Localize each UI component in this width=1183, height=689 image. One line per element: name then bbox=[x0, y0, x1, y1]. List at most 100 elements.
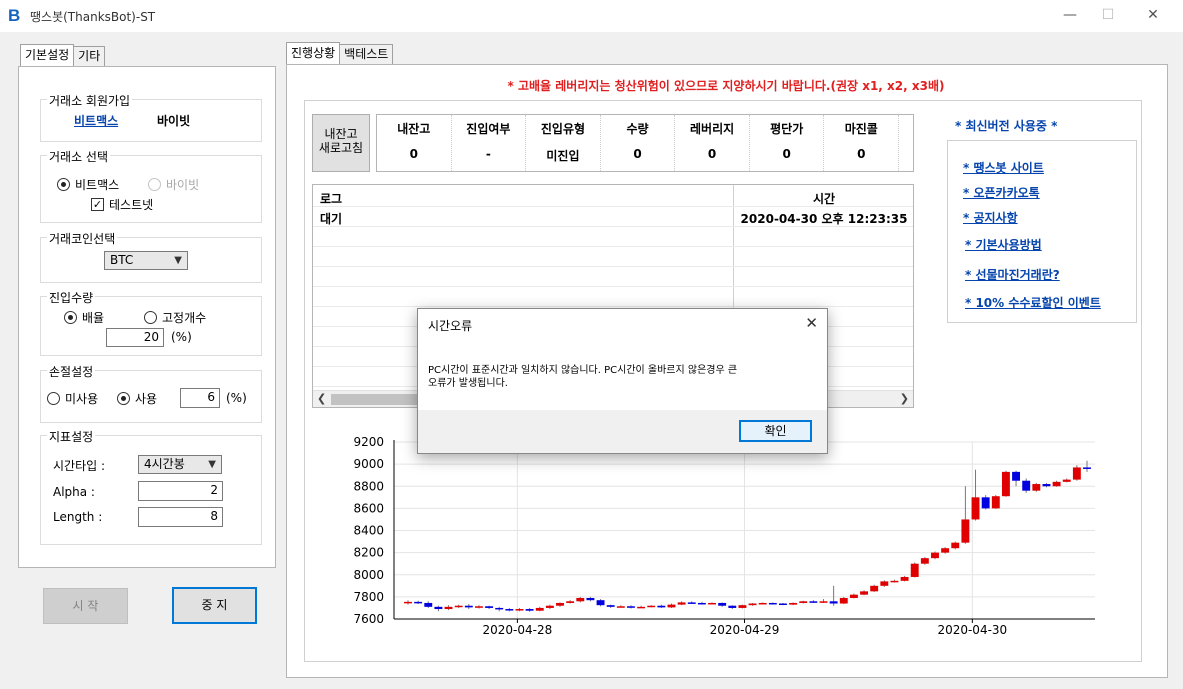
chart-candles bbox=[404, 460, 1091, 612]
candle-body bbox=[657, 605, 666, 608]
candle-body bbox=[566, 601, 575, 603]
table-row bbox=[313, 247, 913, 267]
candle-body bbox=[1062, 479, 1071, 482]
entry-qty-unit: (%) bbox=[171, 330, 192, 344]
timeframe-dropdown[interactable]: 4시간봉 ▼ bbox=[138, 455, 222, 474]
exchange-signup-group: 거래소 회원가입 비트맥스 바이빗 bbox=[40, 92, 262, 142]
check-icon: ✓ bbox=[91, 198, 104, 211]
side-links-box: * 땡스봇 사이트 * 오픈카카오톡 * 공지사항 * 기본사용방법 * 선물마… bbox=[947, 140, 1137, 323]
candle-body bbox=[535, 607, 544, 611]
table-row bbox=[313, 227, 913, 247]
link-fee-discount-event[interactable]: * 10% 수수료할인 이벤트 bbox=[965, 294, 1101, 311]
radio-bybit[interactable]: 바이빗 bbox=[148, 176, 199, 193]
radio-stop-loss-off-label: 미사용 bbox=[65, 392, 99, 406]
candle-body bbox=[545, 605, 554, 608]
radio-circle bbox=[148, 178, 161, 191]
bybit-signup-link[interactable]: 바이빗 bbox=[157, 112, 190, 129]
chart-axes: 9200 9000 8800 8600 8400 8200 8000 7800 7600 2020… bbox=[353, 435, 1095, 637]
candle-body bbox=[515, 609, 524, 611]
stat-header: 레버리지 bbox=[690, 122, 735, 136]
dialog-message-line-1: PC시간이 표준시간과 일치하지 않습니다. PC시간이 올바르지 않은경우 큰 bbox=[428, 365, 738, 376]
testnet-checkbox[interactable]: ✓ 테스트넷 bbox=[91, 196, 153, 213]
tab-basic-settings[interactable]: 기본설정 bbox=[20, 44, 75, 66]
refresh-balance-button[interactable]: 내잔고 새로고침 bbox=[312, 114, 370, 172]
radio-circle bbox=[117, 392, 130, 405]
minimize-button[interactable]: — bbox=[1059, 5, 1081, 25]
tab-etc[interactable]: 기타 bbox=[73, 46, 106, 66]
maximize-button[interactable]: ☐ bbox=[1097, 5, 1119, 25]
link-notice[interactable]: * 공지사항 bbox=[963, 209, 1018, 226]
radio-stop-loss-off[interactable]: 미사용 bbox=[47, 390, 98, 407]
start-button[interactable]: 시 작 bbox=[43, 588, 128, 624]
candle-body bbox=[495, 607, 504, 610]
radio-bitmex[interactable]: 비트맥스 bbox=[57, 176, 119, 193]
chevron-down-icon: ▼ bbox=[174, 255, 182, 266]
radio-circle bbox=[47, 392, 60, 405]
candle-body bbox=[404, 601, 412, 604]
dialog-message: PC시간이 표준시간과 일치하지 않습니다. PC시간이 올바르지 않은경우 큰… bbox=[428, 364, 737, 390]
length-input[interactable]: 8 bbox=[138, 507, 223, 527]
dialog-close-icon[interactable]: ✕ bbox=[805, 314, 818, 332]
scroll-left-icon[interactable]: ❮ bbox=[317, 392, 326, 405]
link-open-kakaotalk[interactable]: * 오픈카카오톡 bbox=[963, 184, 1040, 201]
alpha-label: Alpha : bbox=[53, 485, 95, 499]
candle-body bbox=[627, 606, 635, 608]
coin-select-dropdown[interactable]: BTC ▼ bbox=[104, 251, 188, 270]
y-tick-label: 8600 bbox=[353, 501, 384, 515]
link-basic-usage[interactable]: * 기본사용방법 bbox=[965, 236, 1042, 253]
radio-circle bbox=[144, 311, 157, 324]
candle-body bbox=[799, 601, 808, 603]
y-tick-label: 8200 bbox=[353, 546, 384, 560]
x-tick-label: 2020-04-29 bbox=[710, 623, 780, 637]
indicator-group: 지표설정 시간타입 : 4시간봉 ▼ Alpha : 2 Length : 8 bbox=[40, 428, 262, 545]
time-error-dialog: 시간오류 ✕ PC시간이 표준시간과 일치하지 않습니다. PC시간이 올바르지… bbox=[417, 308, 828, 454]
coin-select-value: BTC bbox=[110, 253, 134, 267]
link-thanksbot-site[interactable]: * 땡스봇 사이트 bbox=[963, 159, 1044, 176]
candle-body bbox=[981, 497, 990, 509]
tab-progress[interactable]: 진행상황 bbox=[286, 42, 341, 64]
radio-multiplier[interactable]: 배율 bbox=[64, 309, 104, 326]
table-row bbox=[313, 267, 913, 287]
stat-value: - bbox=[485, 147, 491, 161]
tab-backtest[interactable]: 백테스트 bbox=[339, 44, 394, 64]
candle-body bbox=[951, 542, 960, 549]
stat-balance: 내잔고 0 bbox=[377, 115, 452, 171]
candle-body bbox=[910, 563, 919, 577]
candle-body bbox=[1052, 481, 1061, 487]
bitmex-signup-link[interactable]: 비트맥스 bbox=[74, 112, 118, 129]
candle-body bbox=[991, 496, 1000, 509]
candle-body bbox=[647, 605, 656, 608]
stat-avg-price: 평단가 0 bbox=[750, 115, 825, 171]
candle-body bbox=[1001, 471, 1010, 497]
candle-body bbox=[687, 602, 696, 604]
price-chart: 9200 9000 8800 8600 8400 8200 8000 7800 7600 2020… bbox=[353, 435, 1095, 637]
candle-body bbox=[637, 606, 646, 609]
entry-qty-input[interactable]: 20 bbox=[106, 328, 164, 347]
stop-button[interactable]: 중 지 bbox=[172, 587, 257, 624]
scroll-right-icon[interactable]: ❯ bbox=[900, 392, 909, 405]
log-header-time: 시간 bbox=[812, 192, 836, 206]
candle-body bbox=[849, 594, 858, 598]
y-tick-label: 9000 bbox=[353, 457, 384, 471]
candle-body bbox=[1012, 471, 1021, 481]
stat-value: 0 bbox=[633, 147, 642, 161]
link-futures-margin[interactable]: * 선물마진거래란? bbox=[965, 266, 1060, 283]
candle-body bbox=[616, 606, 625, 608]
close-window-button[interactable]: ✕ bbox=[1142, 5, 1164, 25]
stat-entry-type: 진입유형 미진입 bbox=[526, 115, 601, 171]
stop-loss-input[interactable]: 6 bbox=[180, 388, 220, 408]
stat-value: 0 bbox=[707, 147, 717, 161]
alpha-input[interactable]: 2 bbox=[138, 481, 223, 501]
timeframe-value: 4시간봉 bbox=[144, 457, 185, 471]
stat-header: 수량 bbox=[626, 122, 649, 136]
candle-body bbox=[586, 597, 595, 601]
stat-header: 진입유형 bbox=[540, 122, 586, 136]
dialog-ok-button[interactable]: 확인 bbox=[739, 420, 812, 442]
right-tabbar: 진행상황 백테스트 bbox=[286, 42, 394, 64]
radio-stop-loss-on[interactable]: 사용 bbox=[117, 390, 157, 407]
candle-body bbox=[1072, 467, 1081, 480]
dialog-footer: 확인 bbox=[418, 410, 827, 453]
candle-body bbox=[870, 585, 879, 592]
radio-bybit-label: 바이빗 bbox=[166, 178, 200, 192]
radio-fixed-qty[interactable]: 고정개수 bbox=[144, 309, 206, 326]
